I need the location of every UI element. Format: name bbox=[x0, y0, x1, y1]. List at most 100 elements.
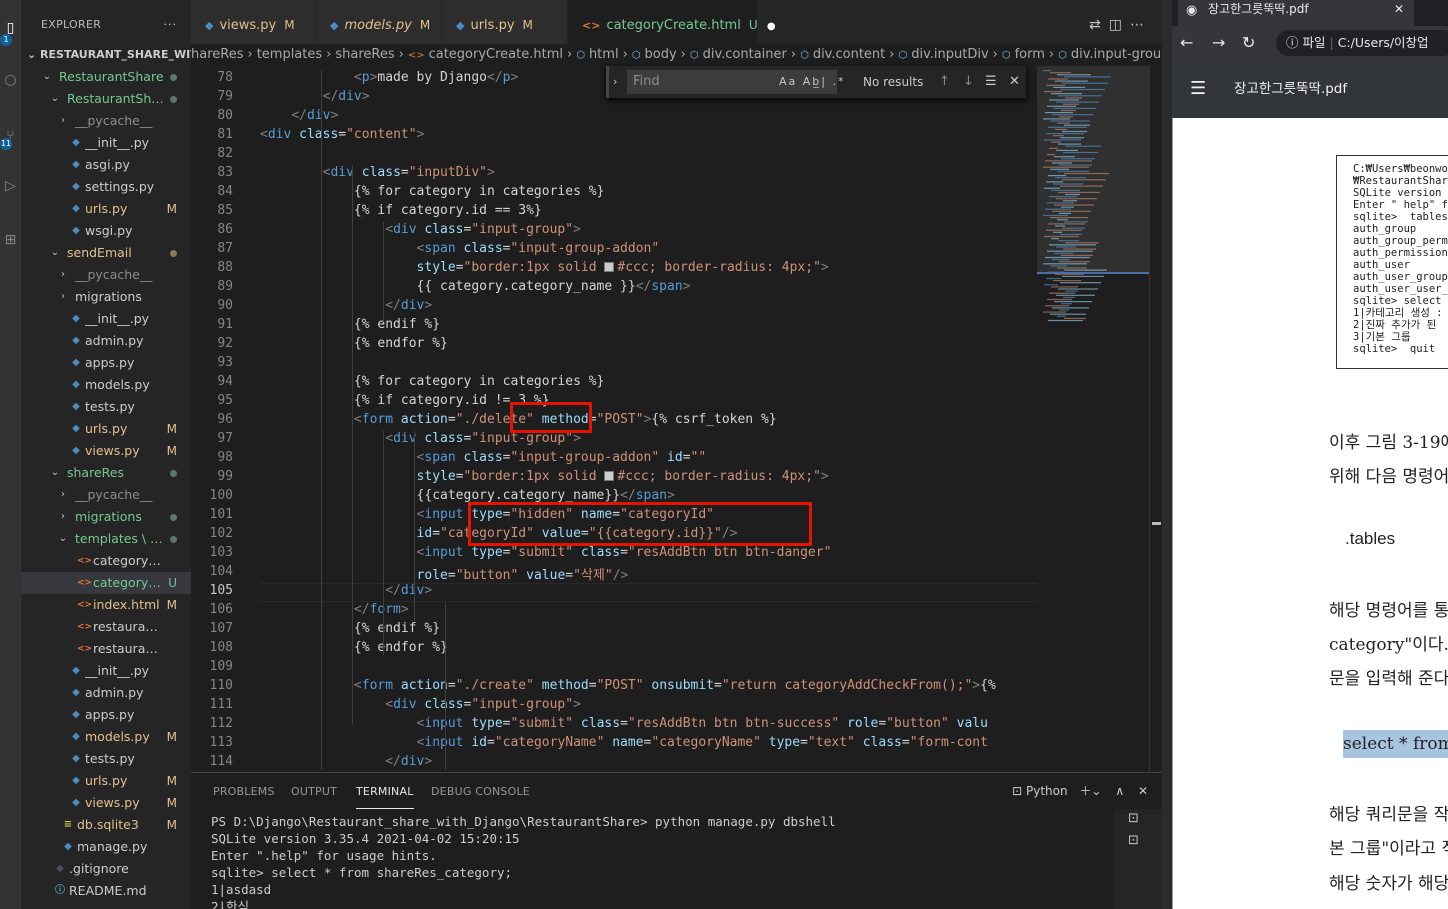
minimap-line bbox=[1060, 282, 1101, 284]
file-item[interactable]: ⓘ README.md bbox=[21, 880, 191, 902]
file-item[interactable]: ◆ models.py bbox=[21, 374, 191, 396]
folder-item[interactable]: ⌄ templates \ s... bbox=[21, 528, 191, 550]
close-find-icon[interactable]: ✕ bbox=[1009, 66, 1020, 98]
chevron-down-icon: ⌄ bbox=[50, 467, 60, 478]
file-item[interactable]: ◆ apps.py bbox=[21, 352, 191, 374]
forward-icon[interactable]: → bbox=[1212, 26, 1225, 60]
browser-tab[interactable]: ◉ 장고한그릇뚝딱.pdf ✕ bbox=[1178, 0, 1414, 26]
file-item[interactable]: ◆ .gitignore bbox=[21, 858, 191, 880]
editor-tab[interactable]: ◆ views.py M bbox=[191, 0, 316, 44]
breadcrumb-item[interactable]: templates bbox=[257, 47, 322, 62]
file-item[interactable]: ◆ asgi.py bbox=[21, 154, 191, 176]
find-expand-icon[interactable]: › bbox=[613, 66, 617, 98]
file-item[interactable]: <> index.html M bbox=[21, 594, 191, 616]
editor-scrollbar[interactable] bbox=[1149, 66, 1162, 772]
file-item[interactable]: ≡ db.sqlite3 M bbox=[21, 814, 191, 836]
folder-item[interactable]: ⌄ RestaurantShare bbox=[21, 88, 191, 110]
folder-item[interactable]: › migrations bbox=[21, 506, 191, 528]
back-icon[interactable]: ← bbox=[1180, 26, 1193, 60]
file-item[interactable]: ◆ __init__.py bbox=[21, 132, 191, 154]
panel-toolbar: ⊡ Python ＋⌄ ∧ ✕ bbox=[1012, 773, 1148, 809]
find-options[interactable]: Aa Ab̲| .* bbox=[779, 70, 845, 94]
terminal-instance-icon[interactable]: ⊡ bbox=[1128, 833, 1139, 848]
editor-tab[interactable]: ◆ models.py M bbox=[316, 0, 442, 44]
menu-icon[interactable]: ☰ bbox=[1190, 60, 1206, 118]
file-item[interactable]: <>restaurantCreate.... bbox=[21, 616, 191, 638]
code-area[interactable]: 78 <p>made by Django</p> 79 </div> 80 </di… bbox=[191, 70, 1037, 770]
file-item[interactable]: ◆ urls.py M bbox=[21, 418, 191, 440]
breadcrumb-item[interactable]: div.container bbox=[703, 47, 787, 62]
file-item[interactable]: ◆ admin.py bbox=[21, 682, 191, 704]
breadcrumb-item[interactable]: hareRes bbox=[191, 47, 243, 62]
editor-tab[interactable]: ◆ urls.py M bbox=[442, 0, 568, 44]
file-item[interactable]: ◆ tests.py bbox=[21, 396, 191, 418]
activity-bar: ▯ 1 ○ ⑂ 11 ▷ ⊞ bbox=[0, 0, 21, 909]
file-item[interactable]: ◆ views.py M bbox=[21, 440, 191, 462]
breadcrumb-item[interactable]: categoryCreate.html bbox=[429, 47, 563, 62]
unsaved-dot-icon[interactable]: ● bbox=[764, 21, 776, 32]
split-editor-icon[interactable]: ◫ bbox=[1109, 17, 1130, 33]
next-match-icon[interactable]: ↓ bbox=[963, 66, 974, 98]
folder-item[interactable]: ⌄ sendEmail bbox=[21, 242, 191, 264]
maximize-panel-icon[interactable]: ∧ bbox=[1115, 784, 1124, 798]
folder-item[interactable]: › __pycache__ bbox=[21, 484, 191, 506]
editor-tab[interactable]: <> categoryCreate.html U ● bbox=[568, 0, 776, 44]
more-actions-icon[interactable]: ··· bbox=[164, 0, 178, 50]
file-item[interactable]: ◆ urls.py M bbox=[21, 770, 191, 792]
terminal-instance-icon[interactable]: ⊡ bbox=[1128, 811, 1139, 826]
folder-item[interactable]: ⌄ RestaurantShare bbox=[21, 66, 191, 88]
file-item[interactable]: ◆ __init__.py bbox=[21, 660, 191, 682]
folder-item[interactable]: › __pycache__ bbox=[21, 264, 191, 286]
compare-icon[interactable]: ⇄ bbox=[1089, 17, 1109, 33]
file-item[interactable]: <>restaurantDetail.h... bbox=[21, 638, 191, 660]
breadcrumb-item[interactable]: div.input-group bbox=[1071, 47, 1162, 62]
file-item[interactable]: ◆ __init__.py bbox=[21, 308, 191, 330]
folder-item[interactable]: › __pycache__ bbox=[21, 110, 191, 132]
breadcrumb-item[interactable]: div.inputDiv bbox=[911, 47, 988, 62]
file-item-label: README.md bbox=[69, 883, 147, 898]
reload-icon[interactable]: ↻ bbox=[1242, 26, 1255, 60]
breadcrumb-item[interactable]: body bbox=[645, 47, 677, 62]
minimap[interactable] bbox=[1037, 66, 1149, 772]
breadcrumb-item[interactable]: form bbox=[1015, 47, 1045, 62]
color-swatch[interactable] bbox=[604, 262, 615, 272]
search-icon[interactable]: ○ bbox=[0, 66, 21, 94]
folder-item[interactable]: › migrations bbox=[21, 286, 191, 308]
code-token: div bbox=[393, 222, 417, 237]
color-swatch[interactable] bbox=[604, 471, 615, 481]
close-tab-icon[interactable]: ✕ bbox=[1394, 0, 1404, 18]
file-item[interactable]: ◆ manage.py bbox=[21, 836, 191, 858]
breadcrumb-item[interactable]: html bbox=[589, 47, 619, 62]
breadcrumb-item[interactable]: div.content bbox=[813, 47, 885, 62]
file-item[interactable]: <>categoryCre...U bbox=[21, 572, 191, 594]
panel-tab-problems[interactable]: PROBLEMS bbox=[213, 773, 275, 809]
file-item[interactable]: ◆ admin.py bbox=[21, 330, 191, 352]
pdf-page[interactable]: C:₩Users₩beonwoo₩₩RestaurantShare>SQLite… bbox=[1172, 118, 1448, 909]
add-terminal-icon[interactable]: ＋⌄ bbox=[1079, 784, 1101, 798]
file-item[interactable]: ◆ models.py M bbox=[21, 726, 191, 748]
file-item[interactable]: <>categoryAdd.html bbox=[21, 550, 191, 572]
run-debug-icon[interactable]: ▷ bbox=[0, 172, 21, 200]
terminal-output[interactable]: PS D:\Django\Restaurant_share_with_Djang… bbox=[211, 813, 1111, 909]
breadcrumb-item[interactable]: shareRes bbox=[335, 47, 394, 62]
panel-tab-terminal[interactable]: TERMINAL bbox=[356, 773, 414, 809]
extensions-icon[interactable]: ⊞ bbox=[0, 226, 21, 254]
file-item[interactable]: ◆ urls.py M bbox=[21, 198, 191, 220]
file-item[interactable]: ◆ tests.py bbox=[21, 748, 191, 770]
folder-item[interactable]: ⌄ shareRes bbox=[21, 462, 191, 484]
file-item[interactable]: ◆ apps.py bbox=[21, 704, 191, 726]
previous-match-icon[interactable]: ↑ bbox=[939, 66, 950, 98]
address-bar[interactable]: ⓘ 파일 | C:/Users/이창업 bbox=[1276, 30, 1448, 56]
pdf-paragraph-line: 해당 명령어를 통 bbox=[1329, 601, 1448, 621]
file-item[interactable]: ◆ settings.py bbox=[21, 176, 191, 198]
file-item[interactable]: ◆ wsgi.py bbox=[21, 220, 191, 242]
panel-tab-debug-console[interactable]: DEBUG CONSOLE bbox=[431, 773, 530, 809]
code-token: input bbox=[424, 545, 464, 560]
panel-tab-output[interactable]: OUTPUT bbox=[291, 773, 337, 809]
find-in-selection-icon[interactable]: ☰ bbox=[985, 66, 997, 98]
terminal-shell-label[interactable]: Python bbox=[1026, 784, 1068, 798]
close-panel-icon[interactable]: ✕ bbox=[1138, 784, 1148, 798]
file-item[interactable]: ◆ views.py M bbox=[21, 792, 191, 814]
more-icon[interactable]: ⋯ bbox=[1130, 17, 1152, 33]
explorer-title: EXPLORER bbox=[41, 18, 102, 31]
